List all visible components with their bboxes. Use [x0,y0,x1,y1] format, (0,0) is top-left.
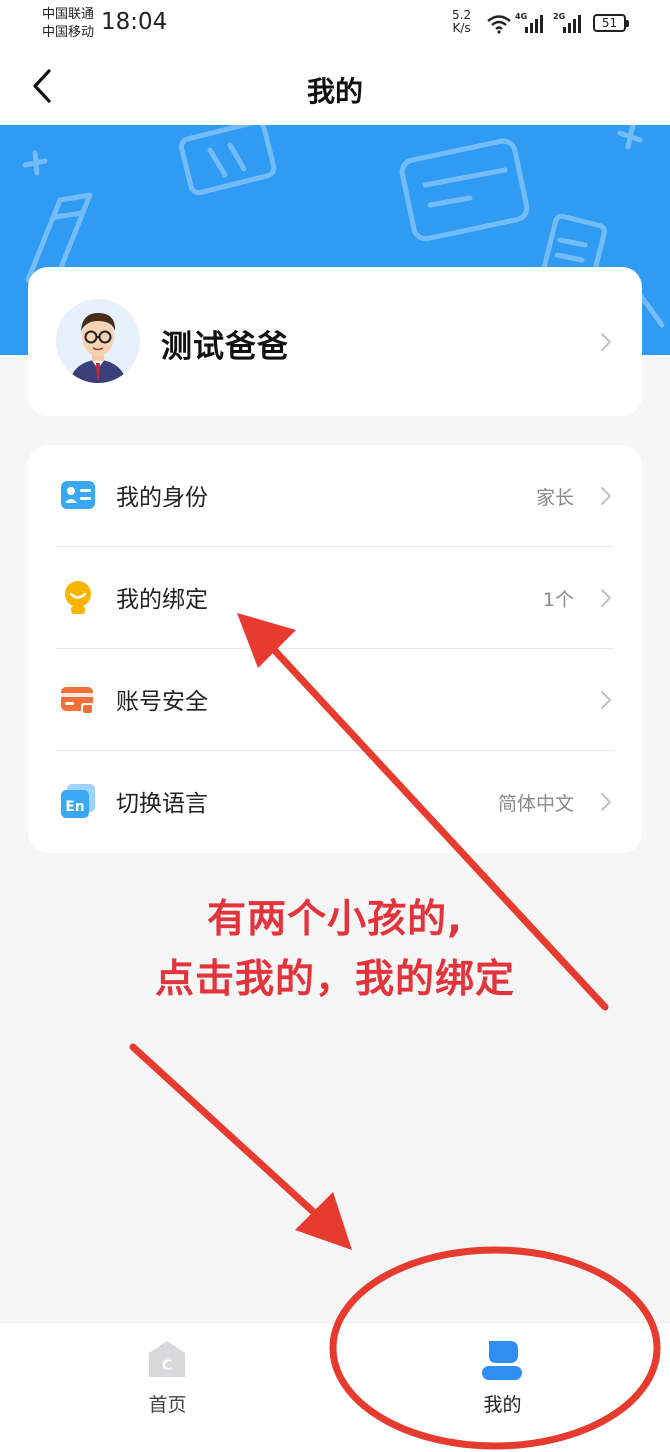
red-arrow-down [129,1043,352,1250]
status-time: 18:04 [101,9,168,35]
chevron-right-icon [600,792,612,812]
nav-bar: 我的 [0,50,670,126]
tab-mine[interactable]: 我的 [335,1323,670,1452]
language-en-icon: En [61,784,95,818]
annotation-line-1: 有两个小孩的, [207,897,463,942]
menu-item-label: 我的身份 [116,485,208,511]
carrier-1: 中国联通 [42,7,95,22]
menu-item-identity[interactable]: 我的身份 家长 [28,445,642,546]
wifi-icon [487,15,511,34]
profile-card[interactable]: 测试爸爸 [28,267,642,416]
annotation-line-2: 点击我的，我的绑定 [154,957,515,1002]
tab-home[interactable]: C 首页 [0,1323,335,1452]
menu-item-account-security[interactable]: 账号安全 [28,649,642,750]
menu-item-language[interactable]: En 切换语言 简体中文 [28,751,642,852]
profile-name: 测试爸爸 [161,329,289,365]
signal-2-icon [563,15,581,33]
page-title: 我的 [306,75,363,108]
network-speed-unit: K/s [452,21,471,35]
lock-card-icon [61,687,94,715]
avatar [56,299,140,383]
chevron-right-icon [600,690,612,710]
menu-item-binding[interactable]: 我的绑定 1个 [28,547,642,648]
id-card-icon [61,481,95,509]
menu-item-label: 账号安全 [116,689,208,715]
tab-label: 我的 [483,1394,522,1416]
chevron-right-icon [600,588,612,608]
svg-text:En: En [65,799,85,815]
menu-item-label: 切换语言 [116,791,208,817]
signal-1-icon [525,15,543,33]
avatar-man-with-glasses [56,299,140,383]
bottom-tab-bar: C 首页 我的 [0,1322,670,1452]
carrier-2: 中国移动 [42,25,95,40]
child-face-icon [65,581,91,614]
chevron-right-icon [600,486,612,506]
svg-text:C: C [162,1358,172,1374]
chevron-right-icon [600,332,612,352]
menu-item-value: 家长 [535,487,574,509]
tab-label: 首页 [148,1394,187,1416]
menu-item-label: 我的绑定 [116,587,208,613]
menu-item-value: 1个 [542,589,574,611]
settings-menu: 我的身份 家长 我的绑定 1个 账号安全 En 切换语言 简体中文 [28,445,642,853]
carrier-names: 中国联通 中国移动 [42,6,94,42]
status-bar: 中国联通 中国移动 18:04 5.2 K/s 4G 2G 51 [0,0,670,50]
person-icon [482,1341,522,1380]
menu-item-value: 简体中文 [497,793,574,815]
home-icon: C [149,1341,185,1377]
battery-icon: 51 [593,14,629,32]
network-speed: 5.2 K/s [452,9,471,35]
